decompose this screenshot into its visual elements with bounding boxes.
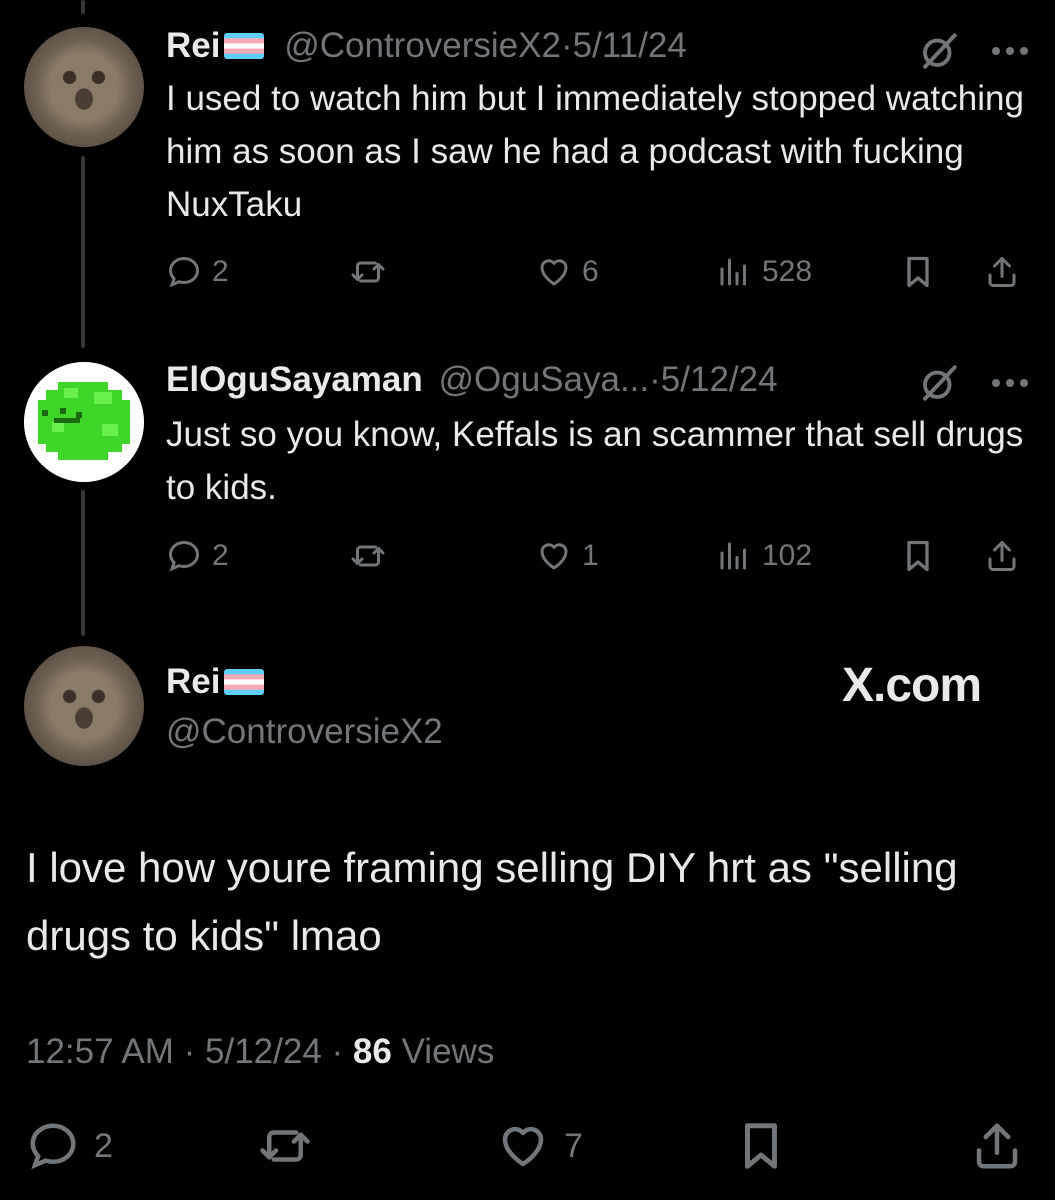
- views-icon: [720, 542, 746, 570]
- retweet-button[interactable]: [258, 1118, 312, 1174]
- display-name[interactable]: Rei: [166, 662, 220, 701]
- grok-icon[interactable]: [918, 362, 960, 404]
- tweet-meta: 12:57 AM · 5/12/24 · 86 Views: [26, 1032, 495, 1071]
- handle[interactable]: @ControversieX2: [166, 712, 443, 752]
- like-icon: [540, 259, 568, 286]
- tweet-date[interactable]: 5/11/24: [573, 26, 687, 65]
- reply-icon: [168, 540, 200, 572]
- xcom-watermark: X.com: [842, 659, 982, 712]
- like-button[interactable]: 6: [536, 252, 599, 292]
- retweet-icon: [351, 261, 385, 283]
- tweet-top-icons: [918, 362, 1030, 404]
- tweet-text: I used to watch him but I immediately st…: [166, 79, 1024, 224]
- tweet-date[interactable]: 5/12/24: [661, 360, 778, 399]
- thread-line-1: [81, 156, 85, 348]
- more-icon[interactable]: [990, 377, 1030, 389]
- main-tweet-header: Rei: [166, 662, 265, 702]
- tweet-actions: 2 6 528: [166, 252, 1026, 292]
- share-button[interactable]: [984, 252, 1020, 292]
- retweet-icon: [260, 1130, 310, 1162]
- tweet-text: Just so you know, Keffals is an scammer …: [166, 415, 1024, 507]
- avatar[interactable]: [24, 646, 144, 766]
- tweet-time[interactable]: 12:57 AM: [26, 1032, 174, 1071]
- reply-icon: [30, 1123, 76, 1170]
- retweet-button[interactable]: [350, 536, 386, 576]
- display-name[interactable]: Rei: [166, 26, 220, 65]
- reply-button[interactable]: 2: [166, 252, 229, 292]
- like-icon: [540, 543, 568, 570]
- tweet-date[interactable]: 5/12/24: [205, 1032, 322, 1071]
- like-count: 6: [582, 255, 599, 288]
- share-button[interactable]: [970, 1118, 1024, 1174]
- grok-icon[interactable]: [918, 30, 960, 72]
- tweet-actions: 2 1 102: [166, 536, 1026, 576]
- bookmark-button[interactable]: [900, 536, 936, 576]
- share-icon: [988, 541, 1016, 571]
- share-icon: [976, 1123, 1018, 1169]
- retweet-icon: [351, 545, 385, 567]
- trans-flag-icon: [224, 669, 265, 695]
- bookmark-button[interactable]: [900, 252, 936, 292]
- like-count: 1: [582, 539, 599, 572]
- like-button[interactable]: 7: [496, 1118, 583, 1174]
- reply-icon: [168, 256, 200, 288]
- bookmark-icon: [907, 256, 929, 288]
- reply-button[interactable]: 2: [26, 1118, 113, 1174]
- trans-flag-icon: [224, 33, 265, 59]
- tweet-header: Rei @ControversieX2·5/11/24: [166, 26, 687, 65]
- views-count: 528: [762, 255, 813, 288]
- reply-count: 2: [212, 255, 229, 288]
- avatar[interactable]: [24, 27, 144, 147]
- tweet-header: ElOguSayaman @OguSaya...·5/12/24: [166, 360, 778, 399]
- thread-line-top: [81, 0, 85, 14]
- views-count: 86: [352, 1032, 392, 1071]
- main-tweet-text: I love how youre framing selling DIY hrt…: [26, 844, 958, 959]
- retweet-button[interactable]: [350, 252, 386, 292]
- tweet-top-icons: [918, 30, 1030, 72]
- views-button[interactable]: 102: [716, 536, 812, 576]
- share-button[interactable]: [984, 536, 1020, 576]
- handle[interactable]: @OguSaya...: [439, 360, 650, 399]
- share-icon: [988, 257, 1016, 287]
- like-count: 7: [564, 1126, 583, 1165]
- bookmark-icon: [745, 1123, 777, 1169]
- main-tweet-actions: 2 7: [0, 1118, 1055, 1174]
- handle[interactable]: @ControversieX2: [284, 26, 561, 65]
- views-icon: [720, 258, 746, 286]
- avatar[interactable]: [24, 362, 144, 482]
- bookmark-icon: [907, 540, 929, 572]
- like-icon: [502, 1126, 544, 1167]
- thread-line-2: [81, 490, 85, 636]
- like-button[interactable]: 1: [536, 536, 599, 576]
- views-button[interactable]: 528: [716, 252, 812, 292]
- bookmark-button[interactable]: [734, 1118, 788, 1174]
- reply-button[interactable]: 2: [166, 536, 229, 576]
- display-name[interactable]: ElOguSayaman: [166, 360, 423, 399]
- reply-count: 2: [94, 1126, 113, 1165]
- views-count: 102: [762, 539, 813, 572]
- more-icon[interactable]: [990, 45, 1030, 57]
- reply-count: 2: [212, 539, 229, 572]
- green-blob-icon: [24, 362, 144, 482]
- views-label: Views: [401, 1032, 495, 1071]
